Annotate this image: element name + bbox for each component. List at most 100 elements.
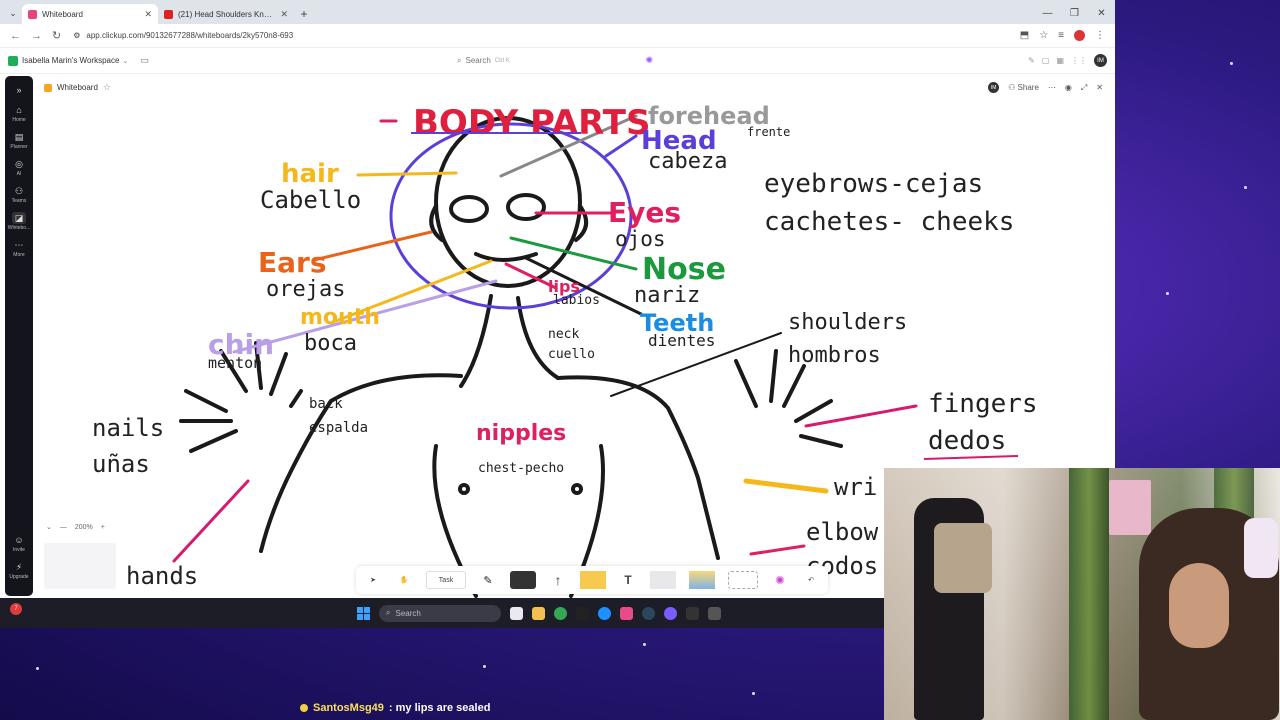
webcam-plant: [1069, 468, 1109, 720]
collaborator-avatar[interactable]: IM: [988, 82, 1000, 93]
right-eye: [506, 193, 546, 221]
label-back: back: [309, 396, 343, 412]
clickup-favicon-icon: [28, 9, 37, 19]
menu-dots-icon[interactable]: ⋮: [1095, 30, 1105, 41]
sidebar-item-planner[interactable]: ▤ Planner: [5, 131, 33, 150]
task-view-icon[interactable]: [510, 606, 523, 620]
minimap[interactable]: [44, 543, 116, 589]
tab-bar: ⌄ Whiteboard ✕ (21) Head Shoulders Knees…: [0, 0, 1115, 24]
zoom-out-button[interactable]: —: [60, 524, 67, 531]
sidebar-item-more[interactable]: ⋯ More: [5, 239, 33, 258]
tab-whiteboard[interactable]: Whiteboard ✕: [22, 4, 158, 24]
double-chevron-right-icon: »: [16, 85, 22, 95]
workspace-logo-icon: [8, 55, 18, 66]
connector-tool-icon[interactable]: ↑: [549, 571, 567, 589]
windows-start-icon[interactable]: [357, 606, 370, 620]
close-icon[interactable]: ✕: [280, 9, 288, 20]
sidebar-item-upgrade[interactable]: ⚡ Upgrade: [5, 561, 33, 580]
chat-user-badge-icon: [300, 704, 308, 712]
extensions-icon[interactable]: ≡: [1058, 30, 1064, 41]
sidebar-item-invite[interactable]: ☺ Invite: [5, 534, 33, 553]
close-window-icon[interactable]: ✕: [1088, 8, 1115, 19]
sidebar-bottom: ☺ Invite ⚡ Upgrade: [5, 534, 33, 596]
search-icon: ⌕: [386, 608, 391, 617]
chevron-down-icon[interactable]: ⌄: [122, 57, 128, 65]
favorite-star-icon[interactable]: ☆: [103, 82, 111, 93]
settings-icon[interactable]: ◉: [1065, 83, 1072, 92]
profile-avatar[interactable]: [1074, 30, 1085, 41]
text-tool-icon[interactable]: T: [619, 571, 637, 589]
app-icon[interactable]: [708, 606, 721, 620]
url-field[interactable]: ⚙ app.clickup.com/90132677288/whiteboard…: [71, 27, 1010, 45]
user-avatar[interactable]: IM: [1094, 54, 1107, 67]
app-icon[interactable]: [620, 606, 633, 620]
tab-search-chevron-icon[interactable]: ⌄: [4, 2, 22, 24]
steam-icon[interactable]: [642, 606, 655, 620]
close-icon[interactable]: ✕: [1096, 83, 1103, 92]
planner-icon: ▤: [14, 132, 24, 142]
label-labios: labios: [553, 293, 600, 308]
ai-sparkle-icon[interactable]: ✺: [645, 55, 653, 66]
sidebar-expand-button[interactable]: »: [5, 84, 33, 96]
minimize-icon[interactable]: —: [1034, 8, 1061, 19]
ai-tool-icon[interactable]: ✺: [771, 571, 789, 589]
expand-icon[interactable]: ⤢: [1081, 83, 1087, 93]
close-icon[interactable]: ✕: [144, 9, 152, 20]
site-settings-icon[interactable]: ⚙: [73, 31, 80, 40]
label-frente: frente: [747, 125, 790, 139]
bookmark-star-icon[interactable]: ☆: [1039, 30, 1048, 41]
maximize-icon[interactable]: ❐: [1061, 8, 1088, 19]
collapse-minimap-icon[interactable]: ⌄: [46, 523, 52, 531]
edit-icon[interactable]: ✎: [1028, 56, 1035, 65]
sidebar-item-teams[interactable]: ⚇ Teams: [5, 185, 33, 204]
share-button[interactable]: ⚇ Share: [1008, 83, 1039, 92]
more-options-icon[interactable]: ⋯: [1048, 83, 1056, 92]
new-tab-button[interactable]: +: [294, 4, 314, 24]
star-decoration: [1244, 186, 1247, 189]
discord-icon[interactable]: [664, 606, 677, 620]
workspace-name[interactable]: Isabella Marin's Workspace: [22, 56, 119, 65]
tab-label: (21) Head Shoulders Knees & Toes: [178, 9, 276, 19]
shape-tool-icon[interactable]: [510, 571, 536, 589]
install-app-icon[interactable]: ⬒: [1020, 30, 1029, 41]
back-arrow-icon[interactable]: ←: [10, 30, 21, 42]
pen-tool-icon[interactable]: ✎: [479, 571, 497, 589]
teams-icon: ⚇: [14, 186, 24, 196]
apps-icon[interactable]: ⋮⋮: [1071, 56, 1087, 65]
sidebar-item-whiteboards[interactable]: ◪ Whitebo...: [5, 212, 33, 231]
tab-youtube[interactable]: (21) Head Shoulders Knees & Toes ✕: [158, 4, 294, 24]
hair-line: [356, 171, 458, 177]
ai-icon: ◎: [15, 159, 23, 169]
epic-games-icon[interactable]: [686, 606, 699, 620]
chrome-icon[interactable]: [554, 606, 567, 620]
hand-tool-icon[interactable]: ✋: [395, 571, 413, 589]
taskbar-search-input[interactable]: ⌕ Search: [379, 604, 501, 622]
file-explorer-icon[interactable]: [532, 606, 545, 620]
board-title-text[interactable]: Whiteboard: [57, 83, 98, 92]
more-tools-icon[interactable]: [728, 571, 758, 589]
zoom-in-button[interactable]: +: [101, 524, 105, 531]
forward-arrow-icon[interactable]: →: [31, 30, 42, 42]
reload-icon[interactable]: ↻: [52, 29, 61, 42]
label-dientes: dientes: [648, 331, 715, 350]
search-input[interactable]: ⌕ Search Ctrl K ✺: [450, 52, 660, 69]
zoom-controls: ⌄ — 200% +: [46, 523, 105, 532]
notification-badge[interactable]: 7: [10, 603, 22, 615]
zoom-level[interactable]: 200%: [75, 524, 93, 531]
card-tool-icon[interactable]: [650, 571, 676, 589]
sticky-note-tool-icon[interactable]: [580, 571, 606, 589]
task-tool-button[interactable]: Task: [426, 571, 466, 589]
select-tool-icon[interactable]: ➤: [364, 571, 382, 589]
label-cabello: Cabello: [260, 186, 361, 214]
sidebar-item-ai[interactable]: ◎ AI: [5, 158, 33, 177]
image-tool-icon[interactable]: [689, 571, 715, 589]
undo-icon[interactable]: ↶: [802, 571, 820, 589]
edge-icon[interactable]: [598, 606, 611, 620]
grid-icon[interactable]: ▦: [1056, 56, 1064, 65]
calendar-icon[interactable]: ▭: [140, 55, 149, 66]
video-icon[interactable]: ▢: [1042, 56, 1050, 65]
fingers-line: [804, 404, 918, 428]
app-icon[interactable]: [576, 606, 589, 620]
sidebar-item-home[interactable]: ⌂ Home: [5, 104, 33, 123]
share-icon: ⚇: [1008, 83, 1018, 92]
